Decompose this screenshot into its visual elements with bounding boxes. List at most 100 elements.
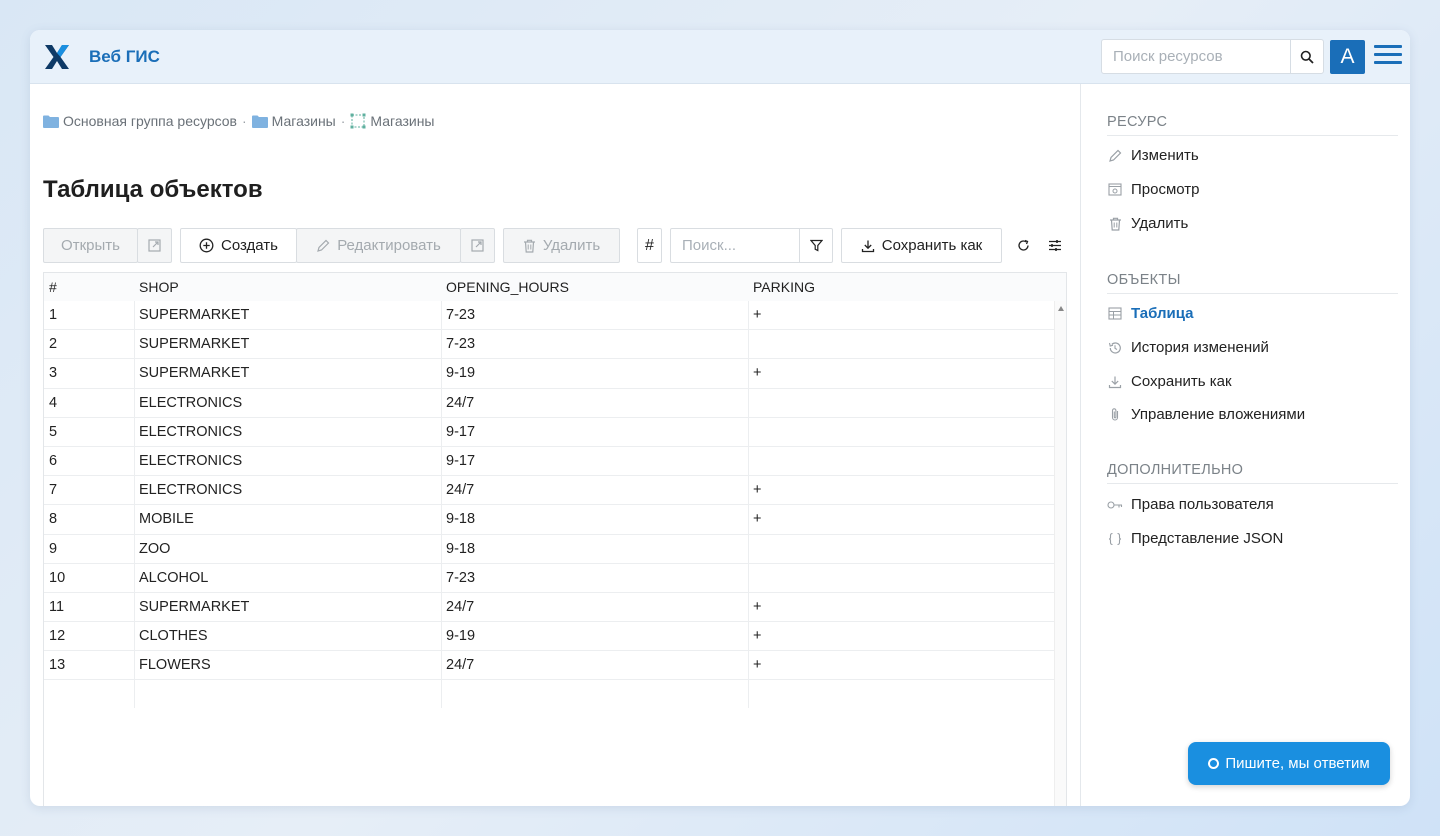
- table-row[interactable]: 10 ALCOHOL 7-23: [44, 564, 1054, 593]
- table-row[interactable]: 1 SUPERMARKET 7-23 +: [44, 301, 1054, 331]
- sidebar-item-table[interactable]: Таблица: [1107, 305, 1194, 322]
- features-table: # SHOP OPENING_HOURS PARKING 1 SUPERMARKE…: [43, 272, 1067, 806]
- table-cell: FLOWERS: [139, 657, 211, 674]
- breadcrumb-separator: ·: [340, 113, 346, 129]
- table-cell: 8: [49, 511, 58, 528]
- table-cell: ELECTRONICS: [139, 423, 243, 440]
- table-row[interactable]: 5 ELECTRONICS 9-17: [44, 418, 1054, 447]
- history-icon: [1107, 340, 1123, 356]
- save-as-button[interactable]: Сохранить как: [841, 228, 1002, 263]
- logo-icon[interactable]: [43, 43, 71, 71]
- table-cell: MOBILE: [139, 511, 194, 528]
- open-button-label: Открыть: [61, 237, 120, 254]
- breadcrumb-label: Магазины: [370, 113, 435, 129]
- table-cell: 5: [49, 423, 58, 440]
- sidebar-item-json[interactable]: Представление JSON: [1107, 530, 1283, 547]
- toggle-row-numbers-button[interactable]: #: [637, 228, 662, 263]
- column-header-number[interactable]: #: [44, 273, 134, 301]
- table-row[interactable]: 7 ELECTRONICS 24/7 +: [44, 476, 1054, 506]
- sidebar-item-delete[interactable]: Удалить: [1107, 215, 1188, 232]
- breadcrumb-label: Основная группа ресурсов: [63, 113, 237, 129]
- column-header-shop[interactable]: SHOP: [134, 273, 441, 301]
- edit-new-tab-button[interactable]: [460, 228, 495, 263]
- table-cell: [748, 564, 1054, 593]
- column-header-opening-hours[interactable]: OPENING_HOURS: [441, 273, 748, 301]
- open-button[interactable]: Открыть: [43, 228, 138, 263]
- hamburger-menu-icon[interactable]: [1374, 45, 1402, 69]
- table-cell: 9-18: [446, 511, 476, 528]
- resource-search-input[interactable]: [1102, 40, 1290, 73]
- sidebar-item-label: Права пользователя: [1131, 496, 1274, 513]
- table-row[interactable]: 2 SUPERMARKET 7-23: [44, 330, 1054, 360]
- table-row[interactable]: 8 MOBILE 9-18 +: [44, 505, 1054, 535]
- table-body: 1 SUPERMARKET 7-23 +2 SUPERMARKET 7-23 3 SUPERM…: [44, 301, 1054, 681]
- table-row[interactable]: 6 ELECTRONICS 9-17: [44, 447, 1054, 477]
- table-cell: SUPERMARKET: [139, 307, 250, 323]
- sidebar-item-label: История изменений: [1131, 339, 1269, 356]
- table-icon: [1107, 306, 1123, 322]
- search-button[interactable]: [1290, 40, 1323, 73]
- sidebar-item-history[interactable]: История изменений: [1107, 339, 1269, 356]
- table-scrollbar[interactable]: [1054, 301, 1066, 806]
- sidebar-item-label: Сохранить как: [1131, 373, 1232, 390]
- edit-button[interactable]: Редактировать: [296, 228, 461, 263]
- create-button[interactable]: Создать: [180, 228, 297, 263]
- filter-button[interactable]: [799, 229, 832, 262]
- table-cell: 13: [49, 657, 66, 674]
- table-row[interactable]: 4 ELECTRONICS 24/7: [44, 389, 1054, 418]
- table-search-input[interactable]: [671, 229, 799, 262]
- edit-button-label: Редактировать: [337, 237, 441, 254]
- table-cell: 9: [49, 540, 58, 557]
- breadcrumb-item[interactable]: Основная группа ресурсов: [43, 113, 237, 129]
- table-row[interactable]: 9 ZOO 9-18: [44, 535, 1054, 564]
- user-avatar[interactable]: A: [1330, 40, 1365, 74]
- scroll-up-arrow-icon[interactable]: [1058, 306, 1064, 311]
- table-row[interactable]: 3 SUPERMARKET 9-19 +: [44, 359, 1054, 389]
- table-cell: 1: [49, 307, 58, 323]
- sidebar-item-preview[interactable]: Просмотр: [1107, 181, 1200, 198]
- table-cell: 24/7: [446, 394, 475, 411]
- app-header: Веб ГИС A: [30, 30, 1410, 84]
- table-row[interactable]: 11 SUPERMARKET 24/7 +: [44, 593, 1054, 623]
- table-cell: ELECTRONICS: [139, 394, 243, 411]
- table-cell: +: [753, 482, 762, 499]
- sidebar-item-permissions[interactable]: Права пользователя: [1107, 496, 1274, 513]
- pencil-icon: [1107, 148, 1123, 164]
- table-cell: 24/7: [446, 657, 475, 674]
- chat-widget-button[interactable]: Пишите, мы ответим: [1188, 742, 1390, 785]
- breadcrumb-item[interactable]: Магазины: [251, 113, 336, 129]
- sidebar-item-label: Просмотр: [1131, 181, 1200, 198]
- open-new-tab-button[interactable]: [137, 228, 172, 263]
- download-icon: [1107, 374, 1123, 390]
- table-cell: 6: [49, 452, 58, 469]
- sidebar-item-label: Представление JSON: [1131, 530, 1284, 547]
- table-cell: 24/7: [446, 482, 475, 499]
- table-cell: [748, 330, 1054, 359]
- plus-circle-icon: [199, 238, 214, 253]
- folder-icon: [43, 115, 59, 128]
- app-title[interactable]: Веб ГИС: [89, 47, 160, 67]
- table-cell: CLOTHES: [139, 628, 208, 645]
- table-cell: +: [753, 307, 762, 323]
- sidebar-item-attachments[interactable]: Управление вложениями: [1107, 406, 1305, 423]
- table-cell: 9-18: [446, 540, 476, 557]
- resource-search: [1101, 39, 1324, 74]
- trash-icon: [523, 239, 535, 253]
- table-cell: [748, 447, 1054, 476]
- column-settings-button[interactable]: [1044, 234, 1066, 256]
- sidebar-item-label: Изменить: [1131, 147, 1199, 164]
- chat-widget-label: Пишите, мы ответим: [1225, 755, 1370, 772]
- column-header-parking[interactable]: PARKING: [748, 273, 1054, 301]
- refresh-button[interactable]: [1012, 234, 1034, 256]
- delete-button[interactable]: Удалить: [503, 228, 620, 263]
- key-icon: [1107, 497, 1123, 513]
- paperclip-icon: [1107, 407, 1123, 423]
- table-row[interactable]: 13 FLOWERS 24/7 +: [44, 651, 1054, 681]
- sidebar-item-edit[interactable]: Изменить: [1107, 147, 1199, 164]
- table-cell: 3: [49, 365, 58, 382]
- refresh-icon: [1017, 239, 1029, 251]
- page-title: Таблица объектов: [43, 176, 263, 203]
- table-cell: 7: [49, 482, 58, 499]
- sidebar-item-save-as[interactable]: Сохранить как: [1107, 373, 1232, 390]
- table-row[interactable]: 12 CLOTHES 9-19 +: [44, 622, 1054, 652]
